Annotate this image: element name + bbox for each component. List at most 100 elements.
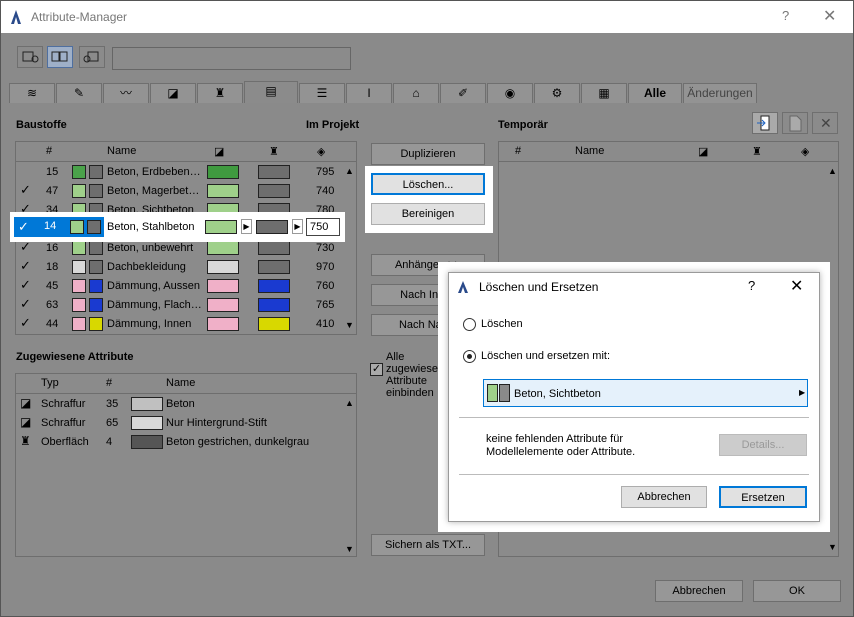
ersetzen-button[interactable]: Ersetzen	[719, 486, 807, 508]
scroll-down-icon[interactable]: ▼	[345, 544, 354, 554]
surface-swatch	[258, 298, 290, 312]
ersetzen-radio-label: Löschen und ersetzen mit:	[481, 350, 611, 362]
loeschen-radio[interactable]	[463, 318, 476, 331]
remove-button[interactable]: ✕	[812, 112, 838, 134]
fill-pattern	[207, 298, 239, 312]
tab-baustoffe[interactable]: ▤	[244, 81, 298, 103]
app-logo-icon	[11, 10, 21, 24]
temporaer-title: Temporär	[498, 119, 548, 131]
details-button[interactable]: Details...	[719, 434, 807, 456]
priority-input[interactable]: 750	[306, 218, 340, 236]
priority-value: 795	[316, 166, 335, 178]
row-name: Dämmung, Innen	[107, 318, 192, 330]
col-fill-icon: ◪	[214, 146, 225, 158]
scroll-down-icon[interactable]: ▼	[345, 320, 354, 330]
scroll-up-icon[interactable]: ▲	[345, 166, 354, 176]
ersetzen-radio[interactable]	[463, 350, 476, 363]
tab-zonen[interactable]: ⌂	[393, 83, 439, 103]
divider	[459, 417, 809, 418]
scroll-up-icon[interactable]: ▲	[345, 398, 354, 408]
list-item[interactable]: ◪ Schraffur 65 Nur Hintergrund-Stift	[16, 414, 356, 433]
abbrechen-button[interactable]: Abbrechen	[655, 580, 743, 602]
loeschen-button[interactable]: Löschen...	[371, 173, 485, 195]
alle-zugewiesenen-checkbox[interactable]: ✓	[370, 363, 383, 376]
table-row[interactable]: 15 Beton, Erdbeben… 795	[16, 163, 356, 182]
help-button[interactable]: ?	[782, 8, 789, 23]
view-mode-1-button[interactable]	[17, 46, 43, 68]
row-num: 15	[46, 166, 59, 178]
dialog-close-button[interactable]: ✕	[790, 276, 803, 296]
color-swatch-1	[72, 260, 86, 274]
search-input[interactable]	[112, 47, 351, 70]
fill-icon: ◪	[167, 86, 179, 100]
tab-markup[interactable]: ✐	[440, 83, 486, 103]
duplizieren-button[interactable]: Duplizieren	[371, 143, 485, 165]
bereinigen-button[interactable]: Bereinigen	[371, 203, 485, 225]
tab-ebenen[interactable]: ≋	[9, 83, 55, 103]
tab-alle[interactable]: Alle	[628, 83, 682, 103]
profile-icon: I	[367, 86, 371, 100]
fill-dropdown-icon[interactable]: ▶	[241, 219, 252, 234]
globe-icon: ◉	[504, 86, 516, 100]
loeschen-radio-label: Löschen	[481, 318, 523, 330]
import-button[interactable]	[752, 112, 778, 134]
tab-schraffuren[interactable]: ◪	[150, 83, 196, 103]
tab-optionen[interactable]: ⚙	[534, 83, 580, 103]
tab-aenderungen[interactable]: Änderungen	[683, 83, 757, 103]
tab-mehrschicht[interactable]: ☰	[299, 83, 345, 103]
row-name: Dämmung, Flach…	[107, 299, 202, 311]
grid-icon: ▦	[598, 86, 610, 100]
table-row[interactable]: ✓ 63 Dämmung, Flach… 765	[16, 296, 356, 315]
row-typ: Schraffur	[41, 398, 86, 410]
table-row[interactable]: ✓ 45 Dämmung, Aussen 760	[16, 277, 356, 296]
table-row[interactable]: ✓ 47 Beton, Magerbet… 740	[16, 182, 356, 201]
sichern-txt-button[interactable]: Sichern als TXT...	[371, 534, 485, 556]
list-item[interactable]: ♜ Oberfläche 4 Beton gestrichen, dunkelgrau	[16, 433, 356, 452]
dialog-abbrechen-button[interactable]: Abbrechen	[621, 486, 707, 508]
fill-pattern	[207, 317, 239, 331]
priority-value: 410	[316, 318, 335, 330]
new-file-button[interactable]	[782, 112, 808, 134]
attribute-tabs: ≋ ✎ 〰 ◪ ♜ ▤ ☰ I ⌂ ✐ ◉ ⚙ ▦ Alle Änderunge…	[9, 81, 757, 103]
row-name: Beton, Erdbeben…	[107, 166, 201, 178]
col-fill-icon: ◪	[698, 146, 709, 158]
tab-umgebung[interactable]: ◉	[487, 83, 533, 103]
surface-swatch	[258, 241, 290, 255]
tab-linien[interactable]: 〰	[103, 83, 149, 103]
col-num: #	[515, 145, 522, 157]
temp-list-header: # Name ◪ ♜ ◈	[499, 142, 838, 162]
color-swatch-2	[87, 220, 101, 234]
scroll-up-icon[interactable]: ▲	[828, 166, 837, 176]
table-row[interactable]: ✓ 44 Dämmung, Innen 410	[16, 315, 356, 334]
close-button[interactable]: ✕	[823, 6, 836, 26]
tab-listen[interactable]: ▦	[581, 83, 627, 103]
baustoffe-title: Baustoffe	[16, 119, 67, 131]
color-swatch-1	[70, 220, 84, 234]
replacement-value: Beton, Sichtbeton	[514, 388, 601, 400]
color-swatch-1	[72, 165, 86, 179]
view-mode-3-button[interactable]	[79, 46, 105, 68]
color-swatch-1	[72, 317, 86, 331]
dialog-title: Löschen und Ersetzen	[479, 280, 599, 294]
attribute-swatch	[131, 397, 163, 411]
table-row[interactable]: ✓ 18 Dachbekleidung 970	[16, 258, 356, 277]
list-item[interactable]: ◪ Schraffur 35 Beton	[16, 395, 356, 414]
selected-row[interactable]: ✓ 14 Beton, Stahlbeton ▶ ▶ 750	[14, 217, 342, 237]
assigned-header: Typ # Name	[16, 374, 356, 394]
tab-oberflaechen[interactable]: ♜	[197, 83, 243, 103]
scroll-down-icon[interactable]: ▼	[828, 542, 837, 552]
attribute-swatch	[131, 416, 163, 430]
tab-stifte[interactable]: ✎	[56, 83, 102, 103]
color-swatch-2	[89, 165, 103, 179]
dialog-help-button[interactable]: ?	[748, 278, 755, 293]
building-material-icon: ▤	[265, 84, 277, 98]
row-num: 65	[106, 417, 119, 429]
col-priority-icon: ◈	[317, 146, 326, 158]
surface-dropdown-icon[interactable]: ▶	[292, 219, 303, 234]
tab-profile[interactable]: I	[346, 83, 392, 103]
color-swatch-1	[487, 384, 498, 402]
view-mode-2-button[interactable]	[47, 46, 73, 68]
ok-button[interactable]: OK	[753, 580, 841, 602]
replacement-select[interactable]: Beton, Sichtbeton ▶	[483, 379, 808, 407]
check-icon: ✓	[20, 182, 31, 197]
